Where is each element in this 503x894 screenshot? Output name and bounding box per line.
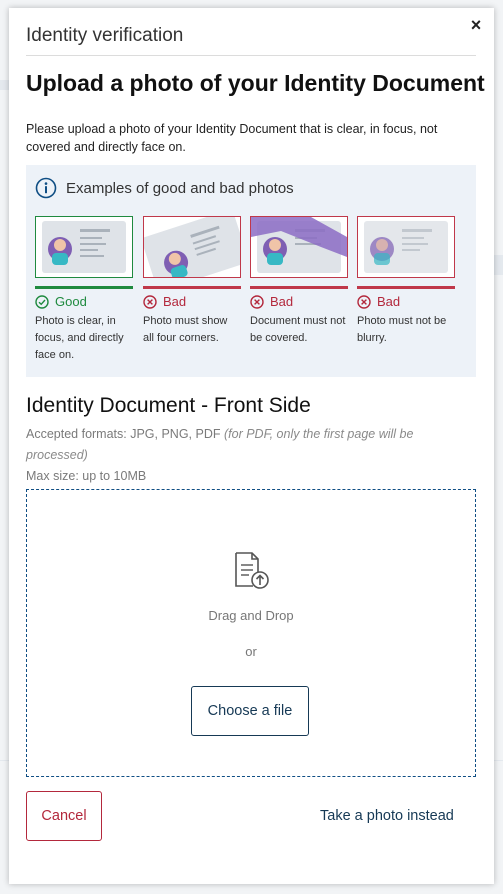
example-status: Bad bbox=[377, 294, 401, 309]
example-status: Bad bbox=[270, 294, 294, 309]
identity-verification-modal: × Identity verification Upload a photo o… bbox=[9, 8, 494, 884]
formats-text: Accepted formats: JPG, PNG, PDF bbox=[26, 427, 221, 441]
example-description: Document must not be covered. bbox=[250, 315, 346, 344]
take-photo-link[interactable]: Take a photo instead bbox=[320, 808, 454, 824]
x-circle-icon bbox=[250, 294, 264, 309]
section-title: Identity Document - Front Side bbox=[26, 394, 311, 417]
photo-examples-panel: Examples of good and bad photos Good Pho… bbox=[26, 165, 476, 377]
info-icon bbox=[35, 177, 57, 199]
cancel-button[interactable]: Cancel bbox=[26, 791, 102, 841]
example-bad-blurry: Bad Photo must not be blurry. bbox=[357, 216, 455, 347]
example-status: Bad bbox=[163, 294, 187, 309]
intro-text: Please upload a photo of your Identity D… bbox=[26, 122, 438, 154]
example-status: Good bbox=[55, 294, 87, 309]
example-good: Good Photo is clear, in focus, and direc… bbox=[35, 216, 133, 364]
or-label: or bbox=[245, 644, 257, 659]
check-circle-icon bbox=[35, 294, 49, 309]
file-dropzone[interactable]: Drag and Drop or Choose a file bbox=[26, 489, 476, 777]
page-heading: Upload a photo of your Identity Document bbox=[26, 70, 485, 96]
example-bad-corners: Bad Photo must show all four corners. bbox=[143, 216, 241, 347]
example-description: Photo must show all four corners. bbox=[143, 315, 228, 344]
x-circle-icon bbox=[143, 294, 157, 309]
example-image-blurry bbox=[357, 216, 455, 278]
example-image-good bbox=[35, 216, 133, 278]
modal-title: Identity verification bbox=[26, 25, 184, 46]
x-circle-icon bbox=[357, 294, 371, 309]
example-description: Photo is clear, in focus, and directly f… bbox=[35, 315, 124, 361]
examples-title: Examples of good and bad photos bbox=[66, 180, 294, 197]
example-image-covered bbox=[250, 216, 348, 278]
max-size: Max size: up to 10MB bbox=[26, 469, 147, 483]
close-icon[interactable]: × bbox=[466, 14, 486, 36]
example-image-cropped bbox=[143, 216, 241, 278]
example-description: Photo must not be blurry. bbox=[357, 315, 447, 344]
example-bad-covered: Bad Document must not be covered. bbox=[250, 216, 348, 347]
divider bbox=[26, 55, 476, 56]
file-upload-icon bbox=[235, 552, 269, 589]
accepted-formats: Accepted formats: JPG, PNG, PDF (for PDF… bbox=[26, 424, 466, 466]
drag-drop-label: Drag and Drop bbox=[208, 608, 294, 623]
choose-file-button[interactable]: Choose a file bbox=[191, 686, 309, 736]
